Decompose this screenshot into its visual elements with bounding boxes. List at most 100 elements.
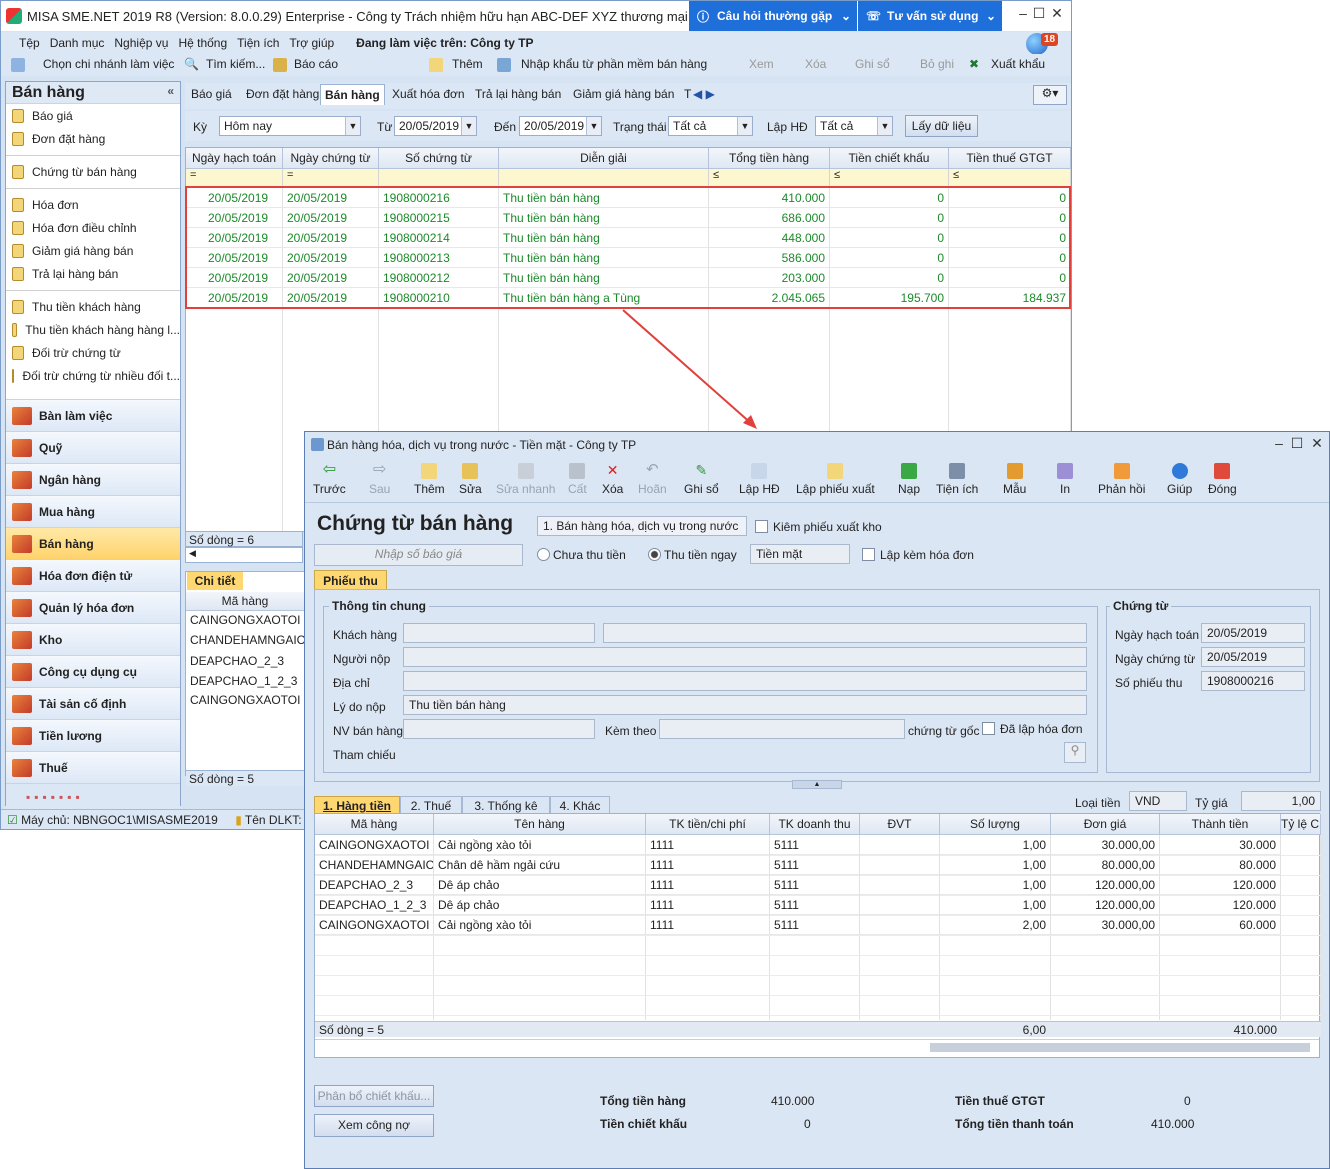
import-button[interactable]: Nhập khẩu từ phần mềm bán hàng xyxy=(521,57,707,71)
report-button[interactable]: Báo cáo xyxy=(294,57,338,71)
goods-cell[interactable]: 1111 xyxy=(646,895,770,915)
goods-cell[interactable] xyxy=(860,915,940,935)
col-item-name-header[interactable]: Tên hàng xyxy=(434,814,646,835)
goods-cell[interactable]: DEAPCHAO_1_2_3 xyxy=(315,895,434,915)
view-debt-button[interactable]: Xem công nợ xyxy=(314,1114,434,1137)
goods-cell[interactable]: 1111 xyxy=(646,855,770,875)
module-assets[interactable]: Tài sản cố định xyxy=(6,687,180,719)
settings-icon[interactable]: ⚙▾ xyxy=(1033,85,1067,105)
voucher-date-input[interactable]: 20/05/2019 xyxy=(1201,647,1305,667)
delete-button[interactable]: ✕ Xóa xyxy=(602,463,623,496)
utilities-button[interactable]: Tiện ích xyxy=(936,463,978,496)
add-button[interactable]: Thêm xyxy=(452,57,483,71)
help-button[interactable]: Giúp xyxy=(1167,463,1192,496)
search-button[interactable]: Tìm kiếm... xyxy=(206,57,265,71)
quick-edit-button[interactable]: Sửa nhanh xyxy=(496,463,555,496)
col-description-header[interactable]: Diễn giải xyxy=(499,148,709,169)
detail-row[interactable]: DEAPCHAO_2_3 xyxy=(190,654,284,668)
post-date-input[interactable]: 20/05/2019 xyxy=(1201,623,1305,643)
goods-cell[interactable]: 120.000 xyxy=(1160,875,1281,895)
goods-cell[interactable]: 1111 xyxy=(646,915,770,935)
tab-other[interactable]: 4. Khác xyxy=(550,796,610,814)
sidebar-item-collect[interactable]: Thu tiền khách hàng xyxy=(6,295,180,318)
col-voucher-no-header[interactable]: Số chứng từ xyxy=(379,148,499,169)
post-button[interactable]: ✎ Ghi sổ xyxy=(684,463,719,496)
goods-cell[interactable]: Cải ngồng xào tỏi xyxy=(434,835,646,855)
goods-cell[interactable]: 120.000,00 xyxy=(1051,895,1160,915)
collapse-handle-icon[interactable]: ▲ xyxy=(792,780,842,789)
export-button[interactable]: Xuất khẩu xyxy=(991,57,1045,71)
col-unit-header[interactable]: ĐVT xyxy=(860,814,940,835)
collapse-icon[interactable]: « xyxy=(167,84,174,98)
goods-cell[interactable]: 5111 xyxy=(770,875,860,895)
status-select[interactable]: Tất cả ▼ xyxy=(668,116,753,136)
col-discount-header[interactable]: Tiền chiết khấu xyxy=(830,148,949,169)
tab-export-invoice[interactable]: Xuất hóa đơn xyxy=(392,87,465,101)
col-quantity-header[interactable]: Số lượng xyxy=(940,814,1051,835)
col-vat-header[interactable]: Tiền thuế GTGT xyxy=(949,148,1071,169)
col-voucher-date-header[interactable]: Ngày chứng từ xyxy=(283,148,379,169)
goods-cell[interactable]: 1,00 xyxy=(940,895,1051,915)
goods-cell[interactable]: 5111 xyxy=(770,895,860,915)
module-bank[interactable]: Ngân hàng xyxy=(6,463,180,495)
goods-cell[interactable]: Cải ngồng xào tỏi xyxy=(434,915,646,935)
consult-button[interactable]: ☏ Tư vấn sử dụng ⌄ xyxy=(858,1,1002,31)
menu-utilities[interactable]: Tiện ích xyxy=(237,36,279,50)
sidebar-item-adjust-invoice[interactable]: Hóa đơn điều chỉnh xyxy=(6,216,180,239)
add-button[interactable]: Thêm xyxy=(414,463,445,496)
scrollbar-thumb[interactable] xyxy=(930,1043,1310,1052)
menu-file[interactable]: Tệp xyxy=(19,36,40,50)
detail-row[interactable]: CHANDEHAMNGAIC xyxy=(190,633,305,647)
allocate-discount-button[interactable]: Phân bổ chiết khấu... xyxy=(314,1085,434,1107)
unpost-button[interactable]: Bỏ ghi xyxy=(920,57,954,71)
menu-help[interactable]: Trợ giúp xyxy=(289,36,334,50)
detail-row[interactable]: CAINGONGXAOTOI xyxy=(190,693,300,707)
sidebar-item-offset-multi[interactable]: Đối trừ chứng từ nhiều đối t... xyxy=(6,364,180,387)
rate-input[interactable]: 1,00 xyxy=(1241,791,1321,811)
goods-cell[interactable]: Chân dê hầm ngải cứu xyxy=(434,855,646,875)
voucher-type-select[interactable]: 1. Bán hàng hóa, dịch vụ trong nước xyxy=(537,516,747,536)
defer-button[interactable]: ↶ Hoãn xyxy=(638,462,667,496)
menu-system[interactable]: Hệ thống xyxy=(178,36,227,50)
col-item-code-header[interactable]: Mã hàng xyxy=(315,814,434,835)
goods-cell[interactable]: DEAPCHAO_2_3 xyxy=(315,875,434,895)
close-icon[interactable]: ✕ xyxy=(1047,5,1067,25)
detail-row[interactable]: CAINGONGXAOTOI xyxy=(190,613,300,627)
customer-code-input[interactable] xyxy=(403,623,595,643)
sidebar-item-order[interactable]: Đơn đặt hàng xyxy=(6,127,180,150)
sidebar-item-offset[interactable]: Đối trừ chứng từ xyxy=(6,341,180,364)
sidebar-item-invoice[interactable]: Hóa đơn xyxy=(6,193,180,216)
tab-goods[interactable]: 1. Hàng tiền xyxy=(314,796,400,814)
goods-cell[interactable]: Dê áp chảo xyxy=(434,875,646,895)
detail-row[interactable]: DEAPCHAO_1_2_3 xyxy=(190,674,297,688)
module-tax[interactable]: Thuế xyxy=(6,751,180,783)
get-data-button[interactable]: Lấy dữ liệu xyxy=(905,115,978,137)
goods-cell[interactable]: CHANDEHAMNGAIC xyxy=(315,855,434,875)
close-icon[interactable]: ✕ xyxy=(1307,435,1327,455)
tab-order[interactable]: Đơn đặt hàng xyxy=(246,87,319,101)
paid-radio[interactable] xyxy=(648,548,661,561)
goods-cell[interactable]: 60.000 xyxy=(1160,915,1281,935)
next-button[interactable]: ⇨ Sau xyxy=(369,462,390,497)
col-discount-rate-header[interactable]: Tỷ lệ CK xyxy=(1281,814,1321,835)
maximize-icon[interactable]: ☐ xyxy=(1287,435,1307,455)
seller-input[interactable] xyxy=(403,719,595,739)
currency-select[interactable]: VND xyxy=(1129,791,1187,811)
close-button[interactable]: Đóng xyxy=(1208,463,1237,496)
quote-input[interactable]: Nhập số báo giá xyxy=(314,544,523,566)
goods-cell[interactable]: 120.000,00 xyxy=(1051,875,1160,895)
module-stock[interactable]: Kho xyxy=(6,623,180,655)
module-salary[interactable]: Tiền lương xyxy=(6,719,180,751)
detail-tab[interactable]: Chi tiết xyxy=(187,572,243,590)
delete-button[interactable]: Xóa xyxy=(805,57,826,71)
period-select[interactable]: Hôm nay ▼ xyxy=(219,116,361,136)
col-total-goods-header[interactable]: Tổng tiền hàng xyxy=(709,148,830,169)
with-invoice-checkbox[interactable] xyxy=(862,548,875,561)
edit-button[interactable]: Sửa xyxy=(459,463,482,496)
goods-cell[interactable]: 1,00 xyxy=(940,875,1051,895)
module-shortcuts[interactable]: ▪▪▪▪▪▪▪ xyxy=(6,783,180,811)
minimize-icon[interactable]: – xyxy=(1269,435,1289,455)
payment-method-select[interactable]: Tiền mặt xyxy=(750,544,850,564)
col-unit-price-header[interactable]: Đơn giá xyxy=(1051,814,1160,835)
save-button[interactable]: Cất xyxy=(568,463,587,496)
